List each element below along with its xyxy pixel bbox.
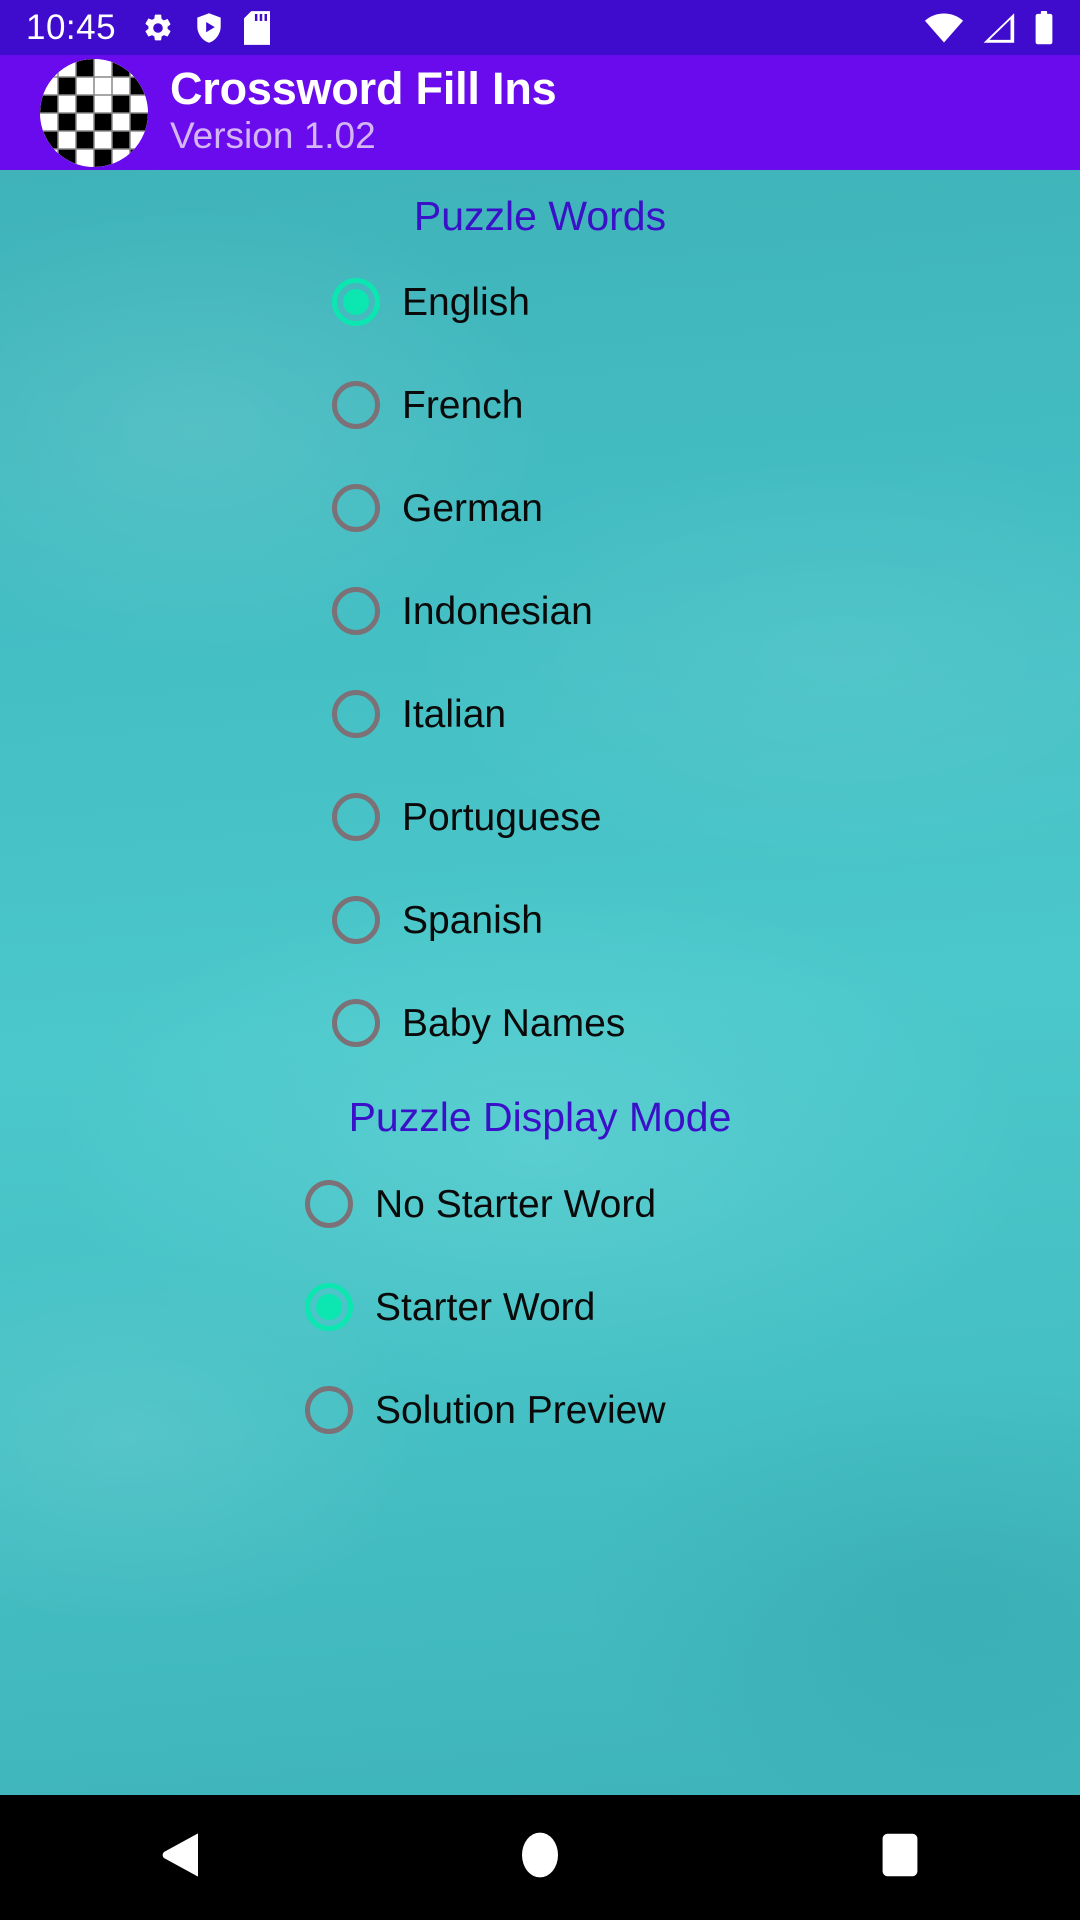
radio-indicator-unselected[interactable]	[332, 690, 380, 738]
shield-play-icon	[194, 12, 224, 44]
radio-option-starter-word[interactable]: Starter Word	[305, 1283, 595, 1331]
radio-indicator-selected[interactable]	[305, 1283, 353, 1331]
sd-card-icon	[244, 10, 271, 45]
app-bar: Crossword Fill Ins Version 1.02	[0, 55, 1080, 170]
radio-option-no-starter-word[interactable]: No Starter Word	[305, 1180, 656, 1228]
radio-option-italian[interactable]: Italian	[332, 690, 506, 738]
radio-indicator-unselected[interactable]	[332, 381, 380, 429]
radio-indicator-unselected[interactable]	[305, 1180, 353, 1228]
radio-option-solution-preview[interactable]: Solution Preview	[305, 1386, 665, 1434]
section-title-puzzle-words: Puzzle Words	[413, 193, 667, 239]
radio-indicator-selected[interactable]	[332, 278, 380, 326]
radio-option-baby-names[interactable]: Baby Names	[332, 999, 625, 1047]
radio-indicator-unselected[interactable]	[332, 896, 380, 944]
radio-label: Solution Preview	[375, 1388, 666, 1432]
radio-label: Starter Word	[375, 1285, 596, 1329]
radio-option-spanish[interactable]: Spanish	[332, 896, 543, 944]
radio-option-portuguese[interactable]: Portuguese	[332, 793, 601, 841]
radio-label: French	[402, 383, 524, 427]
circle-icon	[520, 1831, 560, 1884]
phone-screen: 10:45 Crossword Fill Ins Version 1.02 Pu…	[0, 0, 1080, 1920]
radio-label: Spanish	[402, 898, 543, 942]
radio-option-indonesian[interactable]: Indonesian	[332, 587, 593, 635]
status-bar: 10:45	[0, 0, 1080, 55]
home-button[interactable]	[360, 1795, 720, 1920]
status-clock: 10:45	[26, 8, 117, 47]
wifi-icon	[924, 12, 964, 44]
navigation-bar	[0, 1795, 1080, 1920]
recents-button[interactable]	[720, 1795, 1080, 1920]
radio-label: German	[402, 486, 543, 530]
triangle-left-icon	[158, 1831, 202, 1884]
radio-label: Portuguese	[402, 795, 602, 839]
settings-content: Puzzle Words English French German Indon…	[0, 170, 1080, 1795]
radio-indicator-unselected[interactable]	[305, 1386, 353, 1434]
radio-label: Italian	[402, 692, 507, 736]
radio-indicator-unselected[interactable]	[332, 587, 380, 635]
status-bar-right-group	[907, 10, 1054, 45]
app-version-label: Version 1.02	[170, 114, 376, 156]
radio-option-english[interactable]: English	[332, 278, 530, 326]
radio-option-german[interactable]: German	[332, 484, 543, 532]
square-icon	[881, 1831, 919, 1884]
crossword-grid-icon	[40, 58, 148, 167]
app-bar-text-group: Crossword Fill Ins Version 1.02	[170, 62, 557, 156]
radio-label: Baby Names	[402, 1001, 626, 1045]
gear-icon	[142, 12, 174, 44]
radio-option-french[interactable]: French	[332, 381, 523, 429]
radio-indicator-unselected[interactable]	[332, 484, 380, 532]
battery-icon	[1034, 10, 1054, 45]
radio-label: English	[402, 280, 530, 324]
radio-label: No Starter Word	[375, 1182, 657, 1226]
status-bar-left-group: 10:45	[26, 10, 290, 45]
back-button[interactable]	[0, 1795, 360, 1920]
radio-label: Indonesian	[402, 589, 593, 633]
app-title: Crossword Fill Ins	[170, 62, 557, 114]
radio-indicator-unselected[interactable]	[332, 793, 380, 841]
section-title-puzzle-display-mode: Puzzle Display Mode	[348, 1094, 732, 1140]
cellular-signal-icon	[981, 12, 1017, 44]
radio-indicator-unselected[interactable]	[332, 999, 380, 1047]
